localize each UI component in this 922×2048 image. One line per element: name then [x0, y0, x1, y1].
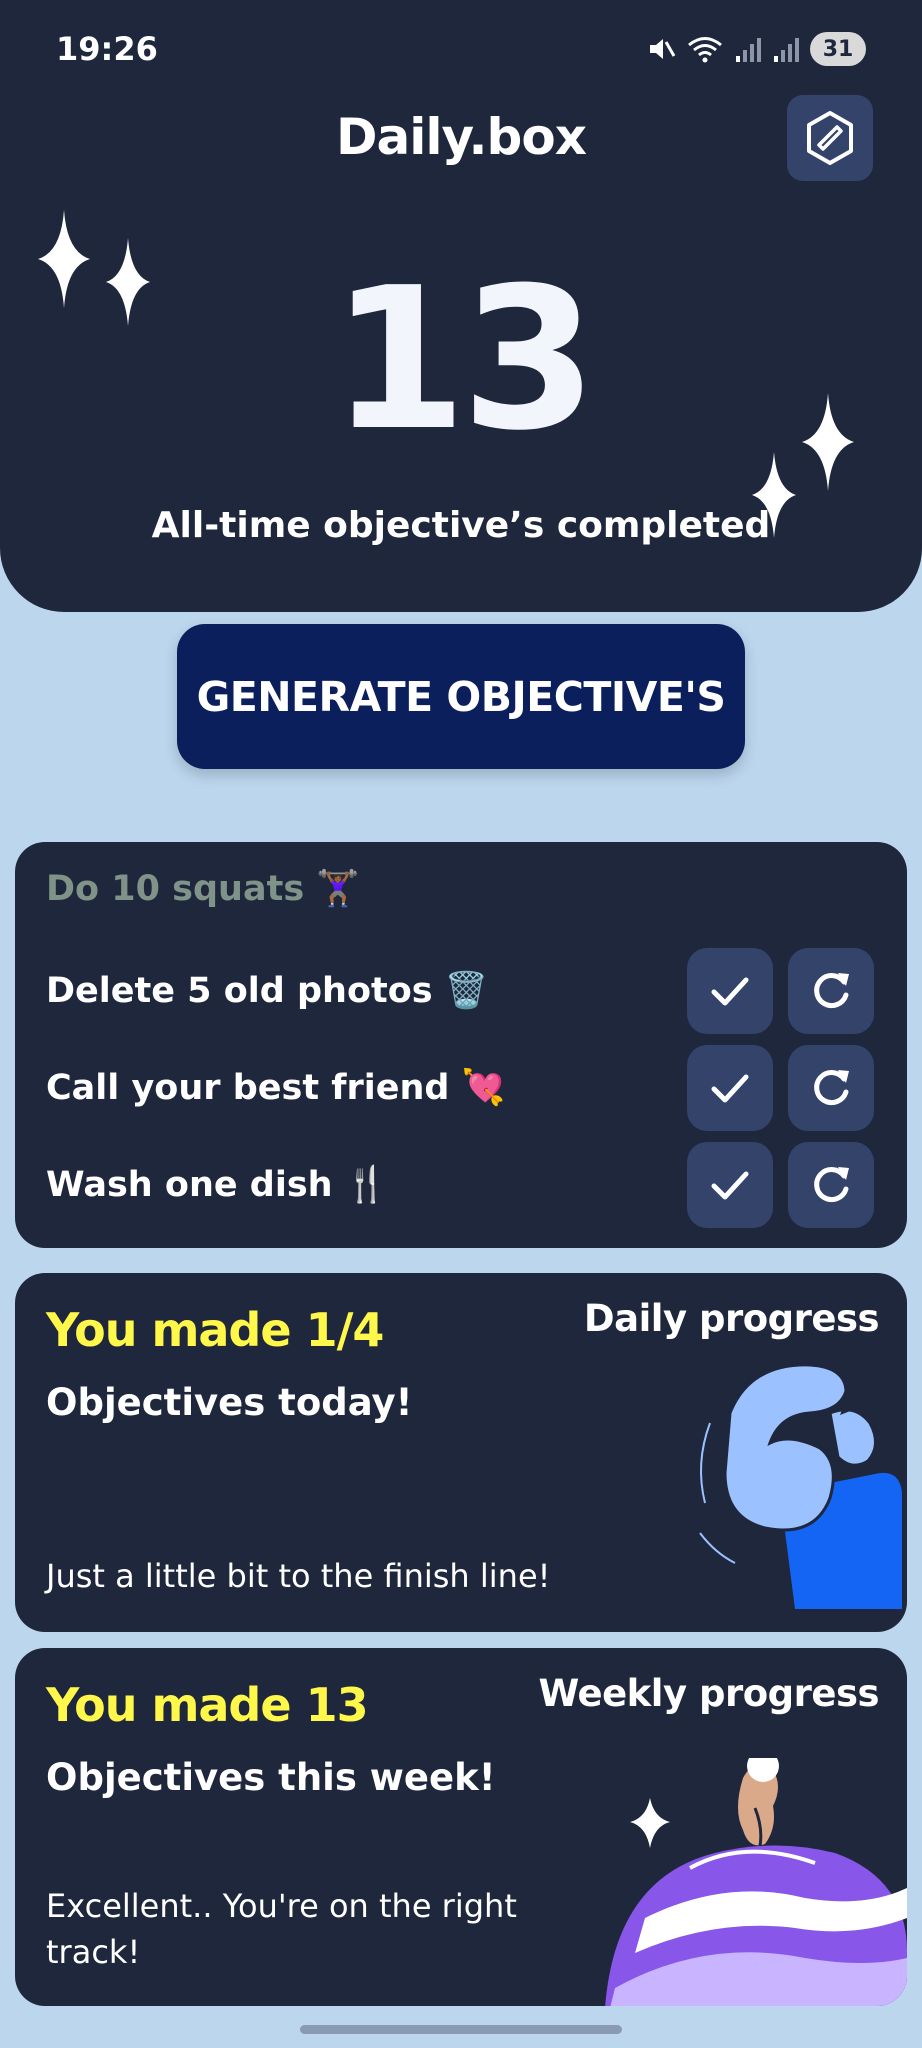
- home-indicator[interactable]: [300, 2025, 622, 2034]
- refresh-icon: [814, 1167, 849, 1203]
- complete-objective-button[interactable]: [687, 948, 773, 1034]
- status-icons: 31: [646, 32, 866, 66]
- app-screen: 19:26 31 Daily.box 13 All-time objective…: [0, 0, 922, 2048]
- objective-text: Wash one dish 🍴: [46, 1165, 389, 1205]
- status-time: 19:26: [56, 30, 158, 68]
- app-title: Daily.box: [336, 108, 587, 166]
- objective-row: Delete 5 old photos 🗑️: [15, 948, 907, 1036]
- flexing-arm-illustration: [699, 1363, 902, 1609]
- wifi-icon: [688, 37, 722, 63]
- all-time-count: 13: [330, 246, 598, 474]
- daily-subhead: Objectives today!: [46, 1381, 413, 1424]
- regenerate-objective-button[interactable]: [788, 948, 874, 1034]
- daily-note: Just a little bit to the finish line!: [46, 1557, 551, 1595]
- complete-objective-button[interactable]: [687, 1142, 773, 1228]
- daily-progress-title: Daily progress: [583, 1297, 880, 1340]
- objectives-card: Do 10 squats 🏋🏾‍♀️ Delete 5 old photos 🗑…: [15, 842, 907, 1248]
- refresh-icon: [814, 973, 849, 1009]
- objective-text: Call your best friend 💘: [46, 1068, 506, 1108]
- compass-icon: [807, 111, 853, 165]
- checkmark-icon: [711, 977, 749, 1006]
- objective-text: Delete 5 old photos 🗑️: [46, 971, 489, 1011]
- regenerate-objective-button[interactable]: [788, 1045, 874, 1131]
- regenerate-objective-button[interactable]: [788, 1142, 874, 1228]
- signal-icon-2: [774, 38, 799, 62]
- weekly-subhead: Objectives this week!: [46, 1756, 496, 1799]
- mute-icon: [650, 39, 676, 59]
- status-bar: 19:26 31: [0, 0, 922, 100]
- weekly-progress-title: Weekly progress: [538, 1672, 880, 1715]
- daily-progress-card: You made 1/4 Daily progress Objectives t…: [15, 1273, 907, 1632]
- complete-objective-button[interactable]: [687, 1045, 773, 1131]
- generate-objectives-button[interactable]: GENERATE OBJECTIVE'S: [177, 624, 745, 769]
- header-panel: 19:26 31 Daily.box 13 All-time objective…: [0, 0, 922, 612]
- signal-icon: [736, 38, 761, 62]
- weekly-made-count: You made 13: [46, 1678, 369, 1732]
- objective-row: Wash one dish 🍴: [15, 1142, 907, 1230]
- all-time-caption: All-time objective’s completed: [151, 505, 771, 546]
- weekly-progress-card: You made 13 Weekly progress Objectives t…: [15, 1648, 907, 2006]
- checkmark-icon: [711, 1171, 749, 1200]
- refresh-icon: [814, 1070, 849, 1106]
- battery-indicator: 31: [810, 32, 866, 66]
- daily-made-count: You made 1/4: [46, 1303, 384, 1357]
- objective-row: Call your best friend 💘: [15, 1045, 907, 1133]
- sweater-person-illustration: [605, 1758, 907, 2006]
- checkmark-icon: [711, 1074, 749, 1103]
- objective-completed: Do 10 squats 🏋🏾‍♀️: [46, 869, 360, 909]
- settings-button[interactable]: [787, 95, 873, 181]
- weekly-note: Excellent.. You're on the right track!: [46, 1887, 517, 1971]
